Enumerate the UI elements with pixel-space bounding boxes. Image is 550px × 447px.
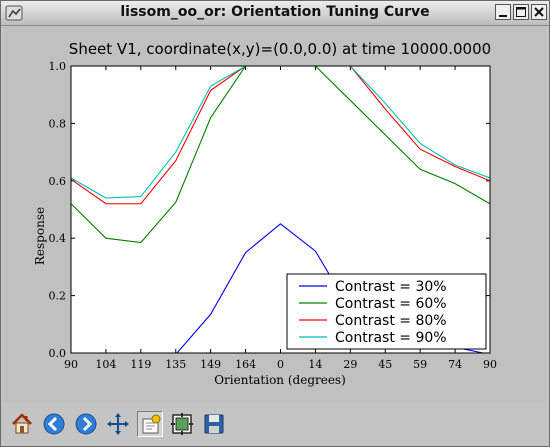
zoom-rect-icon	[142, 414, 161, 434]
y-tick-label: 1.0	[49, 60, 67, 73]
legend: Contrast = 30%Contrast = 60%Contrast = 8…	[286, 273, 487, 350]
x-tick-label: 90	[64, 358, 78, 371]
x-tick-label: 104	[95, 358, 116, 371]
x-tick-label: 90	[483, 358, 497, 371]
x-tick-label: 0	[277, 358, 284, 371]
zoom-rect-button[interactable]	[137, 411, 163, 437]
legend-label: Contrast = 90%	[335, 330, 447, 346]
x-tick-label: 119	[130, 358, 151, 371]
x-tick-label: 45	[378, 358, 392, 371]
y-tick-label: 0.2	[49, 290, 67, 303]
forward-arrow-icon	[75, 413, 97, 435]
orientation-tuning-chart: Sheet V1, coordinate(x,y)=(0.0,0.0) at t…	[33, 40, 497, 387]
plot-window: lissom_oo_or: Orientation Tuning Curve S…	[0, 0, 550, 447]
minimize-button[interactable]	[495, 4, 511, 20]
y-tick-label: 0.0	[49, 347, 67, 360]
maximize-icon	[516, 7, 526, 17]
y-tick-label: 0.6	[49, 175, 67, 188]
minimize-icon	[499, 15, 507, 17]
subplots-icon	[171, 413, 193, 435]
forward-button[interactable]	[73, 411, 99, 437]
x-tick-label: 149	[200, 358, 221, 371]
chart-title: Sheet V1, coordinate(x,y)=(0.0,0.0) at t…	[69, 40, 491, 58]
pan-icon	[107, 413, 129, 435]
close-button[interactable]	[531, 4, 547, 20]
maximize-button[interactable]	[513, 4, 529, 20]
x-axis-label: Orientation (degrees)	[214, 373, 346, 387]
title-bar[interactable]: lissom_oo_or: Orientation Tuning Curve	[1, 1, 549, 26]
pan-button[interactable]	[105, 411, 131, 437]
x-tick-label: 164	[235, 358, 256, 371]
home-button[interactable]	[9, 411, 35, 437]
home-icon	[12, 413, 32, 434]
x-tick-label: 59	[413, 358, 427, 371]
subplots-button[interactable]	[169, 411, 195, 437]
navigation-toolbar	[4, 405, 546, 445]
save-button[interactable]	[201, 411, 227, 437]
x-tick-label: 29	[343, 358, 357, 371]
legend-label: Contrast = 60%	[335, 296, 447, 312]
back-button[interactable]	[41, 411, 67, 437]
close-icon	[534, 7, 544, 17]
figure-canvas: Sheet V1, coordinate(x,y)=(0.0,0.0) at t…	[4, 26, 546, 403]
legend-label: Contrast = 80%	[335, 313, 447, 329]
window-title: lissom_oo_or: Orientation Tuning Curve	[120, 4, 430, 20]
y-tick-label: 0.4	[49, 232, 67, 245]
save-icon	[204, 414, 224, 434]
back-arrow-icon	[43, 413, 65, 435]
y-tick-label: 0.8	[49, 117, 67, 130]
x-tick-label: 14	[308, 358, 322, 371]
x-tick-label: 74	[448, 358, 462, 371]
legend-label: Contrast = 30%	[335, 279, 447, 295]
y-axis-label: Response	[33, 207, 47, 265]
x-tick-label: 135	[165, 358, 186, 371]
